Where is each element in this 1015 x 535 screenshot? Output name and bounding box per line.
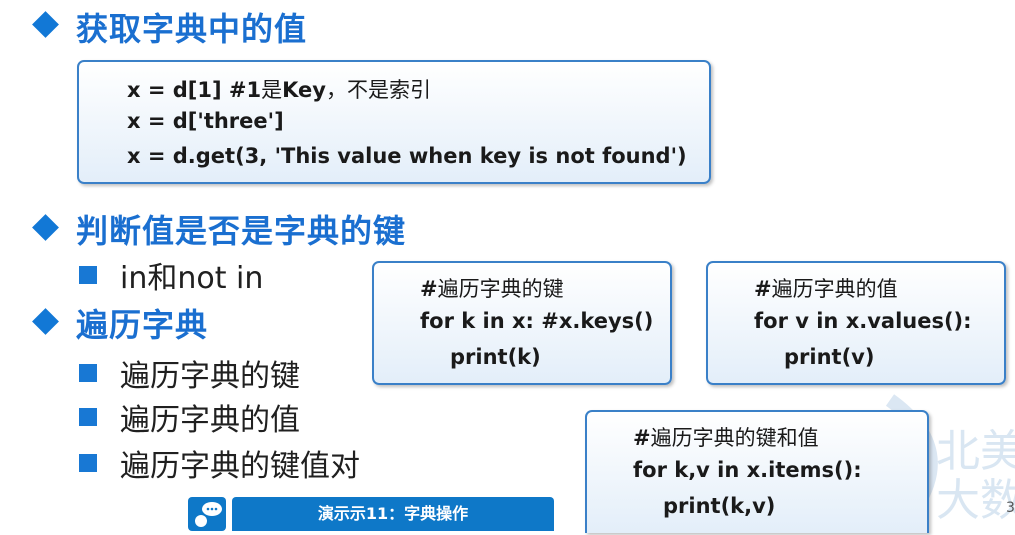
- square-bullet-icon: [79, 454, 97, 472]
- bullet-iterate-keys: 遍历字典的键: [120, 359, 300, 394]
- bullet-iterate-values: 遍历字典的值: [120, 403, 300, 438]
- code-items-comment: #遍历字典的键和值: [633, 422, 819, 452]
- square-bullet-icon: [79, 364, 97, 382]
- code-items-hash: #: [633, 426, 651, 450]
- code-values-line3: print(v): [784, 345, 875, 369]
- code-line-1-key: Key: [282, 78, 326, 102]
- code-keys-hash: #: [420, 277, 438, 301]
- code-keys-comment: #遍历字典的键: [420, 273, 564, 303]
- code-values-comment: #遍历字典的值: [754, 273, 898, 303]
- heading-check-key: 判断值是否是字典的键: [76, 212, 407, 250]
- code-line-1-code: x = d[1] #1: [127, 78, 262, 102]
- code-line-1-rest: ，不是索引: [325, 78, 431, 102]
- code-keys-comment-text: 遍历字典的键: [437, 277, 564, 301]
- code-box-keys: #遍历字典的键 for k in x: #x.keys() print(k): [372, 261, 672, 385]
- square-bullet-icon: [79, 408, 97, 426]
- code-box-get-value: x = d[1] #1是Key，不是索引 x = d['three'] x = …: [77, 60, 711, 184]
- code-values-line2: for v in x.values():: [754, 309, 972, 333]
- diamond-bullet-icon: [32, 11, 59, 38]
- square-bullet-icon: [79, 266, 97, 284]
- code-line-2: x = d['three']: [127, 109, 284, 133]
- code-values-hash: #: [754, 277, 772, 301]
- bullet-in-not-in: in和not in: [120, 261, 264, 296]
- demo-icon[interactable]: [188, 497, 226, 531]
- code-items-line2: for k,v in x.items():: [633, 458, 862, 482]
- code-box-values: #遍历字典的值 for v in x.values(): print(v): [706, 261, 1006, 385]
- code-keys-line2: for k in x: #x.keys(): [420, 309, 654, 333]
- diamond-bullet-icon: [32, 308, 59, 335]
- code-keys-line3: print(k): [450, 345, 541, 369]
- code-box-items: #遍历字典的键和值 for k,v in x.items(): print(k,…: [585, 410, 929, 533]
- diamond-bullet-icon: [32, 214, 59, 241]
- code-line-3: x = d.get(3, 'This value when key is not…: [127, 144, 687, 168]
- chat-person-icon: [195, 502, 222, 527]
- code-items-line3: print(k,v): [663, 494, 776, 518]
- demo-link-button[interactable]: 演示示11：字典操作: [232, 497, 554, 531]
- code-line-1-mid: 是: [261, 78, 283, 102]
- heading-iterate: 遍历字典: [76, 306, 209, 344]
- code-values-comment-text: 遍历字典的值: [771, 277, 898, 301]
- code-items-comment-text: 遍历字典的键和值: [650, 426, 819, 450]
- bullet-iterate-items: 遍历字典的键值对: [120, 449, 360, 484]
- page-number: 3: [1006, 500, 1015, 516]
- code-line-1: x = d[1] #1是Key，不是索引: [127, 74, 431, 104]
- heading-get-value: 获取字典中的值: [76, 10, 308, 48]
